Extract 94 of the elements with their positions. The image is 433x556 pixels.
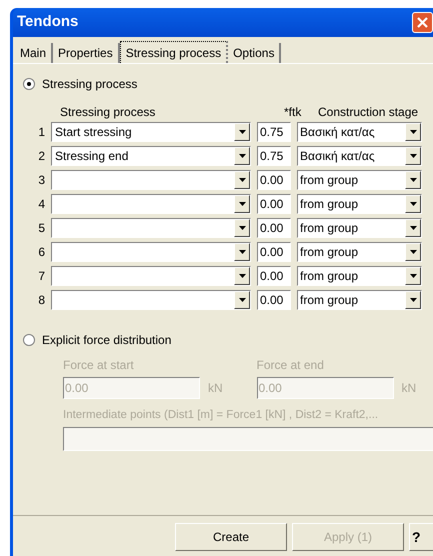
help-button[interactable]: ? xyxy=(409,523,433,551)
row-number: 1 xyxy=(37,124,45,141)
stage-value: from group xyxy=(300,244,360,261)
process-value: Stressing end xyxy=(55,148,130,165)
caret-icon xyxy=(238,178,246,182)
stage-dropdown[interactable]: Βασική κατ/ας xyxy=(297,122,422,142)
ftk-field[interactable]: 0.00 xyxy=(257,218,291,238)
tab[interactable]: Stressing process xyxy=(120,41,228,63)
process-dropdown[interactable] xyxy=(51,194,251,214)
tab[interactable]: Options xyxy=(228,43,282,63)
caret-icon xyxy=(238,130,246,134)
dropdown-button[interactable] xyxy=(234,243,250,261)
row-number: 3 xyxy=(37,172,45,189)
dropdown-button[interactable] xyxy=(234,267,250,285)
process-dropdown[interactable] xyxy=(51,170,251,190)
caret-icon xyxy=(410,178,416,182)
row-number: 8 xyxy=(37,292,45,309)
process-dropdown[interactable] xyxy=(51,218,251,238)
close-icon xyxy=(417,17,428,28)
column-header: Stressing process xyxy=(60,104,156,121)
dropdown-button[interactable] xyxy=(405,123,421,141)
stage-dropdown[interactable]: from group xyxy=(297,194,422,214)
row-number: 5 xyxy=(37,220,45,237)
process-dropdown[interactable] xyxy=(51,266,251,286)
dropdown-button[interactable] xyxy=(234,171,250,189)
stage-value: from group xyxy=(300,220,360,237)
stage-dropdown[interactable]: Βασική κατ/ας xyxy=(297,146,422,166)
ftk-field[interactable]: 0.00 xyxy=(257,170,291,190)
stage-value: Βασική κατ/ας xyxy=(300,148,376,165)
column-header: *ftk xyxy=(284,104,302,121)
process-value: Start stressing xyxy=(55,124,133,141)
field-label: Force at start xyxy=(63,357,135,374)
caret-icon xyxy=(410,130,416,134)
close-button[interactable] xyxy=(412,12,433,33)
stage-value: from group xyxy=(300,172,360,189)
stage-value: from group xyxy=(300,268,360,285)
dropdown-button[interactable] xyxy=(405,147,421,165)
unit-label: kN xyxy=(402,380,416,397)
radio-button[interactable] xyxy=(23,334,35,346)
process-dropdown[interactable] xyxy=(51,242,251,262)
ftk-field[interactable]: 0.75 xyxy=(257,146,291,166)
dropdown-button[interactable] xyxy=(405,267,421,285)
dropdown-button[interactable] xyxy=(234,147,250,165)
dropdown-button[interactable] xyxy=(234,291,250,309)
dropdown-button[interactable] xyxy=(405,195,421,213)
caret-icon xyxy=(410,154,416,158)
stage-dropdown[interactable]: from group xyxy=(297,218,422,238)
process-dropdown[interactable]: Start stressing xyxy=(51,122,251,142)
action-button[interactable]: Create xyxy=(175,523,287,551)
stage-dropdown[interactable]: from group xyxy=(297,242,422,262)
radio-button[interactable] xyxy=(23,78,35,90)
row-number: 4 xyxy=(37,196,45,213)
ftk-field[interactable]: 0.00 xyxy=(257,242,291,262)
stage-value: from group xyxy=(300,292,360,309)
caret-icon xyxy=(238,250,246,254)
column-header: Construction stage xyxy=(318,104,418,121)
row-number: 7 xyxy=(37,268,45,285)
stage-dropdown[interactable]: from group xyxy=(297,290,422,310)
row-number: 6 xyxy=(37,244,45,261)
caret-icon xyxy=(238,202,246,206)
ftk-field[interactable]: 0.00 xyxy=(257,194,291,214)
caret-icon xyxy=(410,274,416,278)
caret-icon xyxy=(410,226,416,230)
dropdown-button[interactable] xyxy=(234,219,250,237)
caret-icon xyxy=(238,154,246,158)
caret-icon xyxy=(410,202,416,206)
stage-value: from group xyxy=(300,196,360,213)
row-number: 2 xyxy=(37,148,45,165)
caret-icon xyxy=(410,298,416,302)
dropdown-button[interactable] xyxy=(405,171,421,189)
dropdown-button[interactable] xyxy=(405,219,421,237)
radio-label: Stressing process xyxy=(42,76,138,93)
stage-value: Βασική κατ/ας xyxy=(300,124,376,141)
stage-dropdown[interactable]: from group xyxy=(297,170,422,190)
stage-dropdown[interactable]: from group xyxy=(297,266,422,286)
process-dropdown[interactable] xyxy=(51,290,251,310)
window-title: Tendons xyxy=(17,12,78,32)
ftk-field[interactable]: 0.00 xyxy=(257,290,291,310)
dropdown-button[interactable] xyxy=(234,123,250,141)
process-dropdown[interactable]: Stressing end xyxy=(51,146,251,166)
dropdown-button[interactable] xyxy=(234,195,250,213)
unit-label: kN xyxy=(208,380,223,397)
field-label: Intermediate points (Dist1 [m] = Force1 [kN] , Dist2 = Kraft2,... xyxy=(63,408,380,423)
caret-icon xyxy=(238,226,246,230)
caret-icon xyxy=(238,298,246,302)
caret-icon xyxy=(238,274,246,278)
ftk-field[interactable]: 0.75 xyxy=(257,122,291,142)
caret-icon xyxy=(410,250,416,254)
ftk-field[interactable]: 0.00 xyxy=(257,266,291,286)
dropdown-button[interactable] xyxy=(405,291,421,309)
radio-label: Explicit force distribution xyxy=(42,332,172,349)
dropdown-button[interactable] xyxy=(405,243,421,261)
field-label: Force at end xyxy=(256,357,325,374)
tab[interactable]: Main xyxy=(15,43,54,63)
